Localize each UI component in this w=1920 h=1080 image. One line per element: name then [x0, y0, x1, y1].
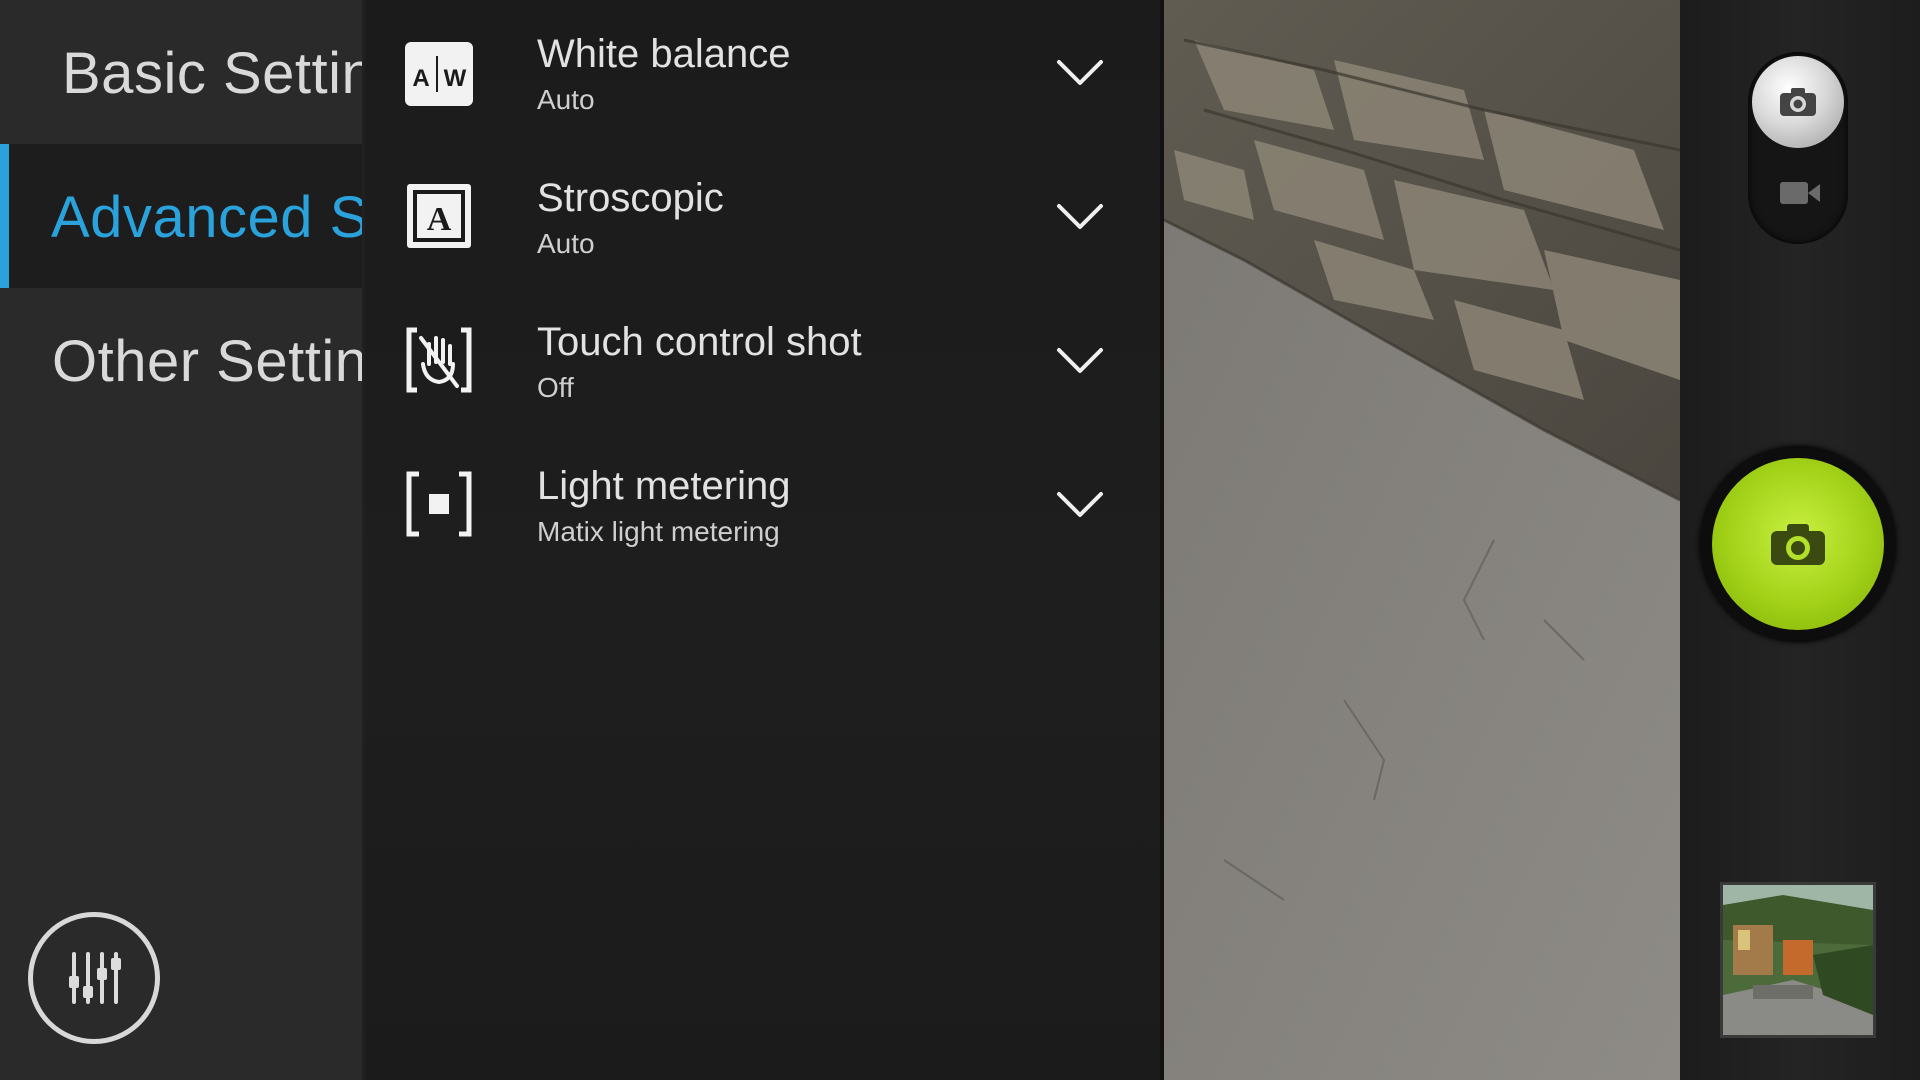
stroscopic-auto-icon: A	[407, 184, 471, 248]
setting-title: White balance	[537, 32, 791, 76]
viewfinder-scene	[1164, 0, 1680, 1080]
svg-text:A: A	[412, 65, 429, 92]
setting-value: Off	[537, 372, 574, 403]
category-label: Other Settings	[52, 329, 364, 394]
setting-touch-control-shot[interactable]: Touch control shot Off	[365, 288, 1163, 432]
last-photo-thumbnail[interactable]	[1720, 882, 1876, 1038]
setting-stroscopic[interactable]: A Stroscopic Auto	[365, 144, 1163, 288]
equalizer-sliders-icon	[69, 952, 121, 1004]
category-other-settings[interactable]: Other Settings	[0, 288, 364, 432]
setting-title: Touch control shot	[537, 320, 862, 364]
settings-category-panel: Basic Settings Advanced Settings Other S…	[0, 0, 364, 1080]
category-label: Basic Settings	[62, 41, 364, 106]
chevron-down-icon[interactable]	[1055, 202, 1105, 232]
setting-title: Stroscopic	[537, 176, 724, 220]
metering-icon	[406, 471, 472, 537]
camera-viewfinder[interactable]	[1164, 0, 1680, 1080]
photo-mode-button[interactable]	[1752, 56, 1844, 148]
svg-text:W: W	[444, 65, 467, 92]
setting-white-balance[interactable]: A W White balance Auto	[365, 0, 1163, 144]
chevron-down-icon[interactable]	[1055, 490, 1105, 520]
shutter-button[interactable]	[1712, 458, 1884, 630]
setting-title: Light metering	[537, 464, 791, 508]
settings-toggle-button[interactable]	[28, 912, 160, 1044]
category-basic-settings[interactable]: Basic Settings	[0, 0, 364, 144]
touch-hand-icon	[406, 327, 472, 393]
gallery-thumbnail-image	[1723, 885, 1873, 1035]
svg-text:A: A	[427, 201, 452, 238]
camera-settings-screen: Basic Settings Advanced Settings Other S…	[0, 0, 1920, 1080]
video-camera-icon[interactable]	[1778, 178, 1822, 208]
setting-light-metering[interactable]: Light metering Matix light metering	[365, 432, 1163, 576]
camera-icon	[1780, 88, 1816, 116]
category-label: Advanced Settings	[51, 185, 364, 250]
setting-value: Auto	[537, 228, 595, 259]
active-indicator	[0, 144, 9, 288]
chevron-down-icon[interactable]	[1055, 346, 1105, 376]
setting-value: Auto	[537, 84, 595, 115]
white-balance-auto-icon: A W	[405, 42, 473, 106]
advanced-settings-list: A W White balance Auto A Stroscopic Auto	[365, 0, 1163, 1080]
camera-icon	[1771, 524, 1825, 565]
setting-value: Matix light metering	[537, 516, 780, 547]
chevron-down-icon[interactable]	[1055, 58, 1105, 88]
category-advanced-settings[interactable]: Advanced Settings	[0, 144, 364, 288]
